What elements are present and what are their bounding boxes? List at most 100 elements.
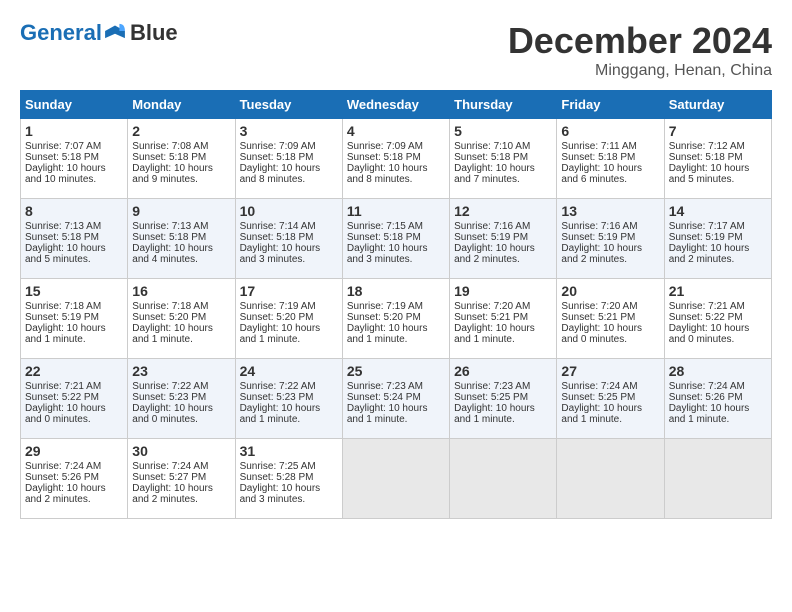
table-row: 13Sunrise: 7:16 AMSunset: 5:19 PMDayligh… [557,199,664,279]
sunset-text: Sunset: 5:27 PM [132,472,206,483]
daylight-text: Daylight: 10 hours and 4 minutes. [132,243,213,265]
sunset-text: Sunset: 5:22 PM [669,312,743,323]
sunrise-text: Sunrise: 7:22 AM [132,381,208,392]
daylight-text: Daylight: 10 hours and 1 minute. [454,403,535,425]
table-row: 17Sunrise: 7:19 AMSunset: 5:20 PMDayligh… [235,279,342,359]
daylight-text: Daylight: 10 hours and 2 minutes. [669,243,750,265]
day-number: 16 [132,283,230,299]
sunrise-text: Sunrise: 7:13 AM [132,221,208,232]
sunrise-text: Sunrise: 7:23 AM [454,381,530,392]
sunset-text: Sunset: 5:23 PM [240,392,314,403]
empty-cell [450,439,557,519]
sunrise-text: Sunrise: 7:14 AM [240,221,316,232]
table-row: 26Sunrise: 7:23 AMSunset: 5:25 PMDayligh… [450,359,557,439]
day-number: 25 [347,363,445,379]
day-number: 3 [240,123,338,139]
sunset-text: Sunset: 5:19 PM [25,312,99,323]
sunrise-text: Sunrise: 7:24 AM [561,381,637,392]
table-row: 21Sunrise: 7:21 AMSunset: 5:22 PMDayligh… [664,279,771,359]
sunrise-text: Sunrise: 7:22 AM [240,381,316,392]
daylight-text: Daylight: 10 hours and 0 minutes. [669,323,750,345]
sunset-text: Sunset: 5:18 PM [132,152,206,163]
day-number: 19 [454,283,552,299]
day-number: 5 [454,123,552,139]
sunrise-text: Sunrise: 7:24 AM [669,381,745,392]
col-sunday: Sunday [21,91,128,119]
table-row: 15Sunrise: 7:18 AMSunset: 5:19 PMDayligh… [21,279,128,359]
logo-icon [104,20,126,42]
sunset-text: Sunset: 5:18 PM [132,232,206,243]
day-number: 7 [669,123,767,139]
daylight-text: Daylight: 10 hours and 2 minutes. [561,243,642,265]
table-row: 1Sunrise: 7:07 AMSunset: 5:18 PMDaylight… [21,119,128,199]
calendar-week-2: 8Sunrise: 7:13 AMSunset: 5:18 PMDaylight… [21,199,772,279]
sunset-text: Sunset: 5:25 PM [454,392,528,403]
sunrise-text: Sunrise: 7:13 AM [25,221,101,232]
sunset-text: Sunset: 5:19 PM [669,232,743,243]
daylight-text: Daylight: 10 hours and 9 minutes. [132,163,213,185]
table-row: 14Sunrise: 7:17 AMSunset: 5:19 PMDayligh… [664,199,771,279]
daylight-text: Daylight: 10 hours and 7 minutes. [454,163,535,185]
day-number: 18 [347,283,445,299]
sunset-text: Sunset: 5:25 PM [561,392,635,403]
day-number: 8 [25,203,123,219]
daylight-text: Daylight: 10 hours and 8 minutes. [240,163,321,185]
table-row: 10Sunrise: 7:14 AMSunset: 5:18 PMDayligh… [235,199,342,279]
table-row: 11Sunrise: 7:15 AMSunset: 5:18 PMDayligh… [342,199,449,279]
day-number: 14 [669,203,767,219]
sunset-text: Sunset: 5:22 PM [25,392,99,403]
sunset-text: Sunset: 5:21 PM [454,312,528,323]
title-block: December 2024 Minggang, Henan, China [508,20,772,80]
sunrise-text: Sunrise: 7:15 AM [347,221,423,232]
day-number: 12 [454,203,552,219]
sunrise-text: Sunrise: 7:21 AM [25,381,101,392]
day-number: 13 [561,203,659,219]
sunset-text: Sunset: 5:26 PM [25,472,99,483]
day-number: 31 [240,443,338,459]
table-row: 27Sunrise: 7:24 AMSunset: 5:25 PMDayligh… [557,359,664,439]
table-row: 18Sunrise: 7:19 AMSunset: 5:20 PMDayligh… [342,279,449,359]
month-title: December 2024 [508,20,772,62]
table-row: 31Sunrise: 7:25 AMSunset: 5:28 PMDayligh… [235,439,342,519]
sunset-text: Sunset: 5:19 PM [561,232,635,243]
sunrise-text: Sunrise: 7:19 AM [240,301,316,312]
sunset-text: Sunset: 5:20 PM [132,312,206,323]
sunrise-text: Sunrise: 7:24 AM [132,461,208,472]
calendar-week-5: 29 Sunrise: 7:24 AM Sunset: 5:26 PMDayligh… [21,439,772,519]
sunset-text: Sunset: 5:23 PM [132,392,206,403]
table-row: 7Sunrise: 7:12 AMSunset: 5:18 PMDaylight… [664,119,771,199]
daylight-text: Daylight: 10 hours and 2 minutes. [25,483,106,505]
sunset-text: Sunset: 5:21 PM [561,312,635,323]
daylight-text: Daylight: 10 hours and 1 minute. [454,323,535,345]
sunset-text: Sunset: 5:26 PM [669,392,743,403]
sunrise-text: Sunrise: 7:10 AM [454,141,530,152]
logo-line2: Blue [130,20,178,46]
table-row: 19Sunrise: 7:20 AMSunset: 5:21 PMDayligh… [450,279,557,359]
daylight-text: Daylight: 10 hours and 0 minutes. [132,403,213,425]
calendar-header-row: Sunday Monday Tuesday Wednesday Thursday… [21,91,772,119]
daylight-text: Daylight: 10 hours and 3 minutes. [240,243,321,265]
logo: General Blue [20,20,178,46]
sunrise-text: Sunrise: 7:20 AM [561,301,637,312]
location: Minggang, Henan, China [508,62,772,80]
day-number: 30 [132,443,230,459]
day-number: 29 [25,443,123,459]
col-friday: Friday [557,91,664,119]
col-monday: Monday [128,91,235,119]
table-row: 25Sunrise: 7:23 AMSunset: 5:24 PMDayligh… [342,359,449,439]
table-row: 16Sunrise: 7:18 AMSunset: 5:20 PMDayligh… [128,279,235,359]
day-number: 27 [561,363,659,379]
calendar-week-1: 1Sunrise: 7:07 AMSunset: 5:18 PMDaylight… [21,119,772,199]
daylight-text: Daylight: 10 hours and 1 minute. [347,323,428,345]
table-row: 5Sunrise: 7:10 AMSunset: 5:18 PMDaylight… [450,119,557,199]
table-row: 20Sunrise: 7:20 AMSunset: 5:21 PMDayligh… [557,279,664,359]
day-number: 28 [669,363,767,379]
sunset-text: Sunset: 5:18 PM [240,152,314,163]
sunset-text: Sunset: 5:18 PM [25,152,99,163]
sunset-text: Sunset: 5:18 PM [240,232,314,243]
sunrise-text: Sunrise: 7:16 AM [454,221,530,232]
day-number: 2 [132,123,230,139]
daylight-text: Daylight: 10 hours and 10 minutes. [25,163,106,185]
calendar-week-4: 22Sunrise: 7:21 AMSunset: 5:22 PMDayligh… [21,359,772,439]
daylight-text: Daylight: 10 hours and 2 minutes. [454,243,535,265]
